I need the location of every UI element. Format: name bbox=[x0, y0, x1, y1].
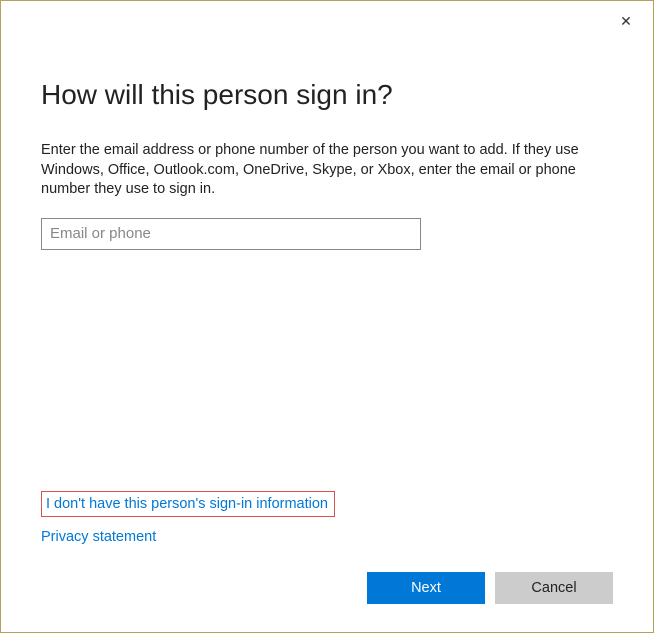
close-icon: ✕ bbox=[620, 13, 632, 30]
dialog-content: How will this person sign in? Enter the … bbox=[1, 1, 653, 250]
cancel-button[interactable]: Cancel bbox=[495, 572, 613, 604]
no-signin-info-link[interactable]: I don't have this person's sign-in infor… bbox=[46, 496, 328, 512]
close-button[interactable]: ✕ bbox=[611, 9, 641, 33]
dialog-description: Enter the email address or phone number … bbox=[41, 141, 601, 200]
dialog-links: I don't have this person's sign-in infor… bbox=[41, 491, 335, 545]
email-or-phone-input[interactable] bbox=[41, 218, 421, 250]
no-signin-info-highlight: I don't have this person's sign-in infor… bbox=[41, 491, 335, 517]
privacy-statement-link[interactable]: Privacy statement bbox=[41, 529, 335, 545]
dialog-heading: How will this person sign in? bbox=[41, 79, 613, 111]
dialog-button-bar: Next Cancel bbox=[367, 572, 613, 604]
next-button[interactable]: Next bbox=[367, 572, 485, 604]
